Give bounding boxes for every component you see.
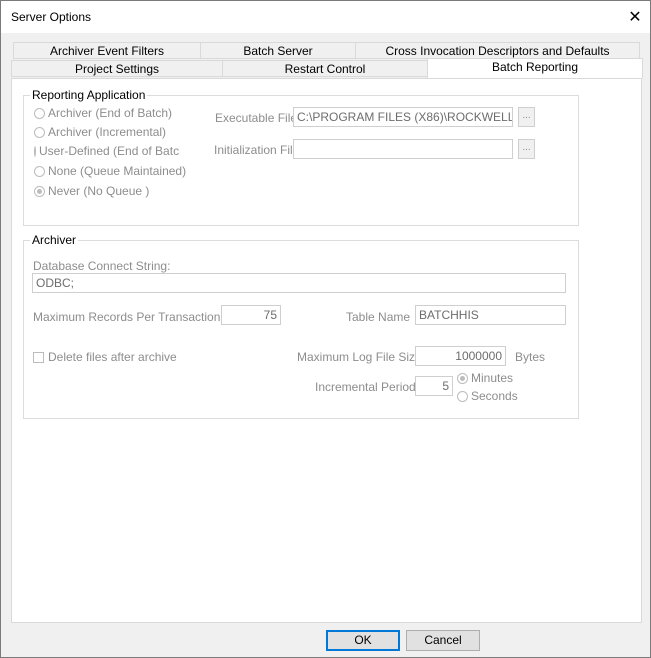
table-name-input[interactable]: BATCHHIS — [415, 305, 566, 325]
tab-restart-control[interactable]: Restart Control — [222, 60, 428, 77]
radio-archiver-end-of-batch[interactable]: Archiver (End of Batch) — [34, 106, 172, 120]
radio-label: Seconds — [471, 389, 518, 403]
tab-label: Archiver Event Filters — [49, 44, 165, 58]
tab-label: Batch Reporting — [491, 60, 579, 74]
table-name-label: Table Name — [346, 310, 411, 324]
max-records-label: Maximum Records Per Transaction — [33, 310, 221, 324]
radio-none-queue-maintained[interactable]: None (Queue Maintained) — [34, 164, 186, 178]
executable-browse-button[interactable]: ... — [518, 107, 535, 127]
group-legend: Archiver — [30, 233, 79, 247]
checkbox-label: Delete files after archive — [48, 350, 177, 364]
checkbox-box — [33, 351, 44, 363]
archiver-group: Archiver Database Connect String: ODBC; … — [23, 233, 579, 419]
tab-project-settings[interactable]: Project Settings — [11, 60, 223, 77]
radio-circle — [34, 107, 45, 119]
initialization-file-input[interactable] — [293, 139, 513, 159]
ok-button[interactable]: OK — [326, 630, 400, 651]
server-options-dialog: Server Options ✕ Archiver Event Filters … — [0, 0, 651, 658]
tab-batch-server[interactable]: Batch Server — [200, 42, 356, 59]
tab-archiver-event-filters[interactable]: Archiver Event Filters — [13, 42, 201, 59]
database-connect-string-label: Database Connect String: — [33, 259, 171, 273]
radio-circle — [34, 185, 45, 197]
radio-label: Never (No Queue ) — [48, 184, 150, 198]
executable-file-label: Executable File — [215, 111, 298, 125]
radio-archiver-incremental[interactable]: Archiver (Incremental) — [34, 125, 166, 139]
tab-batch-reporting[interactable]: Batch Reporting — [427, 58, 643, 78]
incremental-period-label: Incremental Period — [315, 380, 416, 394]
tab-label: Batch Server — [243, 44, 313, 58]
radio-never-no-queue[interactable]: Never (No Queue ) — [34, 184, 149, 198]
initialization-file-label: Initialization File — [214, 143, 300, 157]
radio-minutes[interactable]: Minutes — [457, 371, 513, 385]
batch-reporting-panel: Reporting Application Archiver (End of B… — [11, 78, 642, 623]
title-bar: Server Options ✕ — [1, 1, 650, 33]
radio-label: Minutes — [471, 371, 514, 385]
max-log-size-label: Maximum Log File Size — [297, 350, 422, 364]
radio-label: Archiver (Incremental) — [48, 125, 167, 139]
radio-seconds[interactable]: Seconds — [457, 389, 518, 403]
tab-label: Restart Control — [284, 62, 366, 76]
radio-circle — [457, 372, 468, 384]
close-icon[interactable]: ✕ — [620, 1, 650, 33]
delete-files-checkbox[interactable]: Delete files after archive — [33, 350, 177, 364]
window-title: Server Options — [11, 10, 92, 24]
initialization-browse-button[interactable]: ... — [518, 139, 535, 159]
tab-label: Cross Invocation Descriptors and Default… — [385, 44, 610, 58]
max-log-size-input[interactable]: 1000000 — [415, 346, 506, 366]
radio-label: Archiver (End of Batch) — [48, 106, 173, 120]
radio-circle — [457, 390, 468, 402]
incremental-period-input[interactable]: 5 — [415, 376, 453, 396]
tab-cross-invocation[interactable]: Cross Invocation Descriptors and Default… — [355, 42, 640, 59]
reporting-application-group: Reporting Application Archiver (End of B… — [23, 88, 579, 226]
tab-label: Project Settings — [74, 62, 160, 76]
executable-file-input[interactable]: C:\PROGRAM FILES (X86)\ROCKWELL SO — [293, 107, 513, 127]
group-legend: Reporting Application — [30, 88, 148, 102]
bytes-label: Bytes — [515, 350, 546, 364]
max-records-input[interactable]: 75 — [221, 305, 281, 325]
database-connect-string-input[interactable]: ODBC; — [32, 273, 566, 293]
radio-circle — [34, 126, 45, 138]
cancel-button[interactable]: Cancel — [406, 630, 480, 651]
radio-circle — [34, 145, 36, 157]
radio-circle — [34, 165, 45, 177]
radio-user-defined[interactable]: User-Defined (End of Batch) — [34, 144, 180, 158]
radio-label: None (Queue Maintained) — [48, 164, 187, 178]
radio-label: User-Defined (End of Batch) — [39, 144, 180, 158]
